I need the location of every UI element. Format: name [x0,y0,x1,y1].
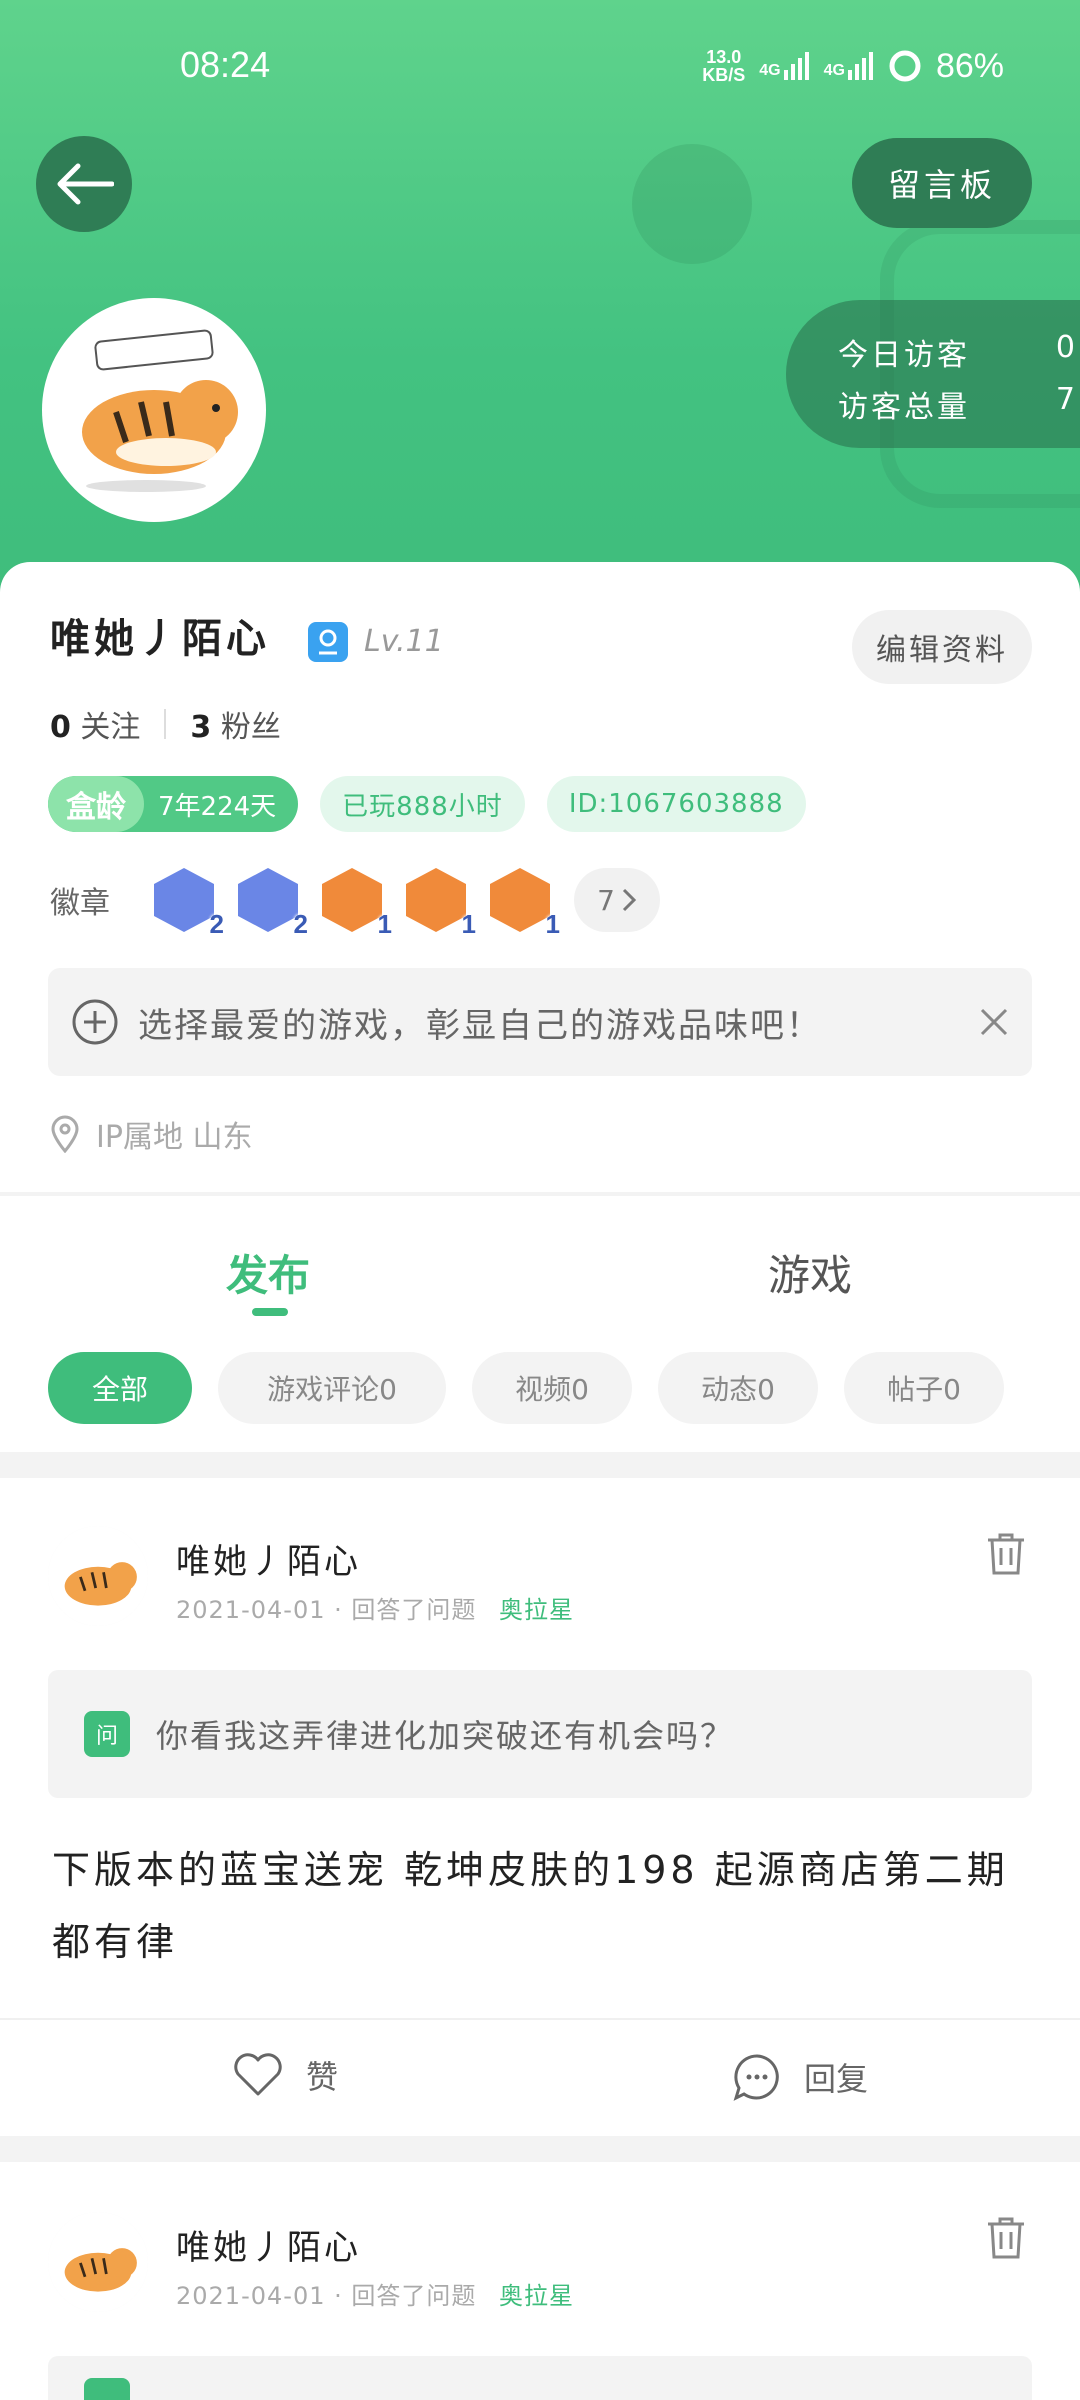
question-box[interactable]: 问 你看我这弄律进化加突破还有机会吗？ [48,1670,1032,1798]
profile-header: 08:24 13.0 KB/S 4G 4G 86% 留言板 今日访客 0 访客总… [0,0,1080,600]
battery-level: 86% [935,46,1004,85]
comment-bubble-icon [733,2054,779,2101]
post-game-link[interactable]: 奥拉星 [499,1596,574,1624]
chevron-right-icon [622,888,637,912]
badge-icon[interactable]: 1 [322,868,392,939]
signal-4g-icon: 4G [824,52,874,80]
filter-moments[interactable]: 动态0 [658,1352,818,1424]
battery-ring-icon [889,50,921,82]
post-author[interactable]: 唯她丿陌心 [176,1534,361,1583]
active-tab-indicator [252,1308,288,1316]
filter-chips: 全部 游戏评论0 视频0 动态0 帖子0 [48,1352,1004,1424]
question-box[interactable] [48,2356,1032,2400]
post-avatar[interactable] [48,2212,148,2312]
net-speed: 13.0 KB/S [702,47,746,85]
filter-videos[interactable]: 视频0 [472,1352,632,1424]
tab-games[interactable]: 游戏 [768,1242,852,1303]
box-age-tag: 盒龄 7年224天 [48,776,299,832]
location-pin-icon [51,1115,79,1153]
today-visitors: 今日访客 0 [838,330,1078,373]
post-actions: 赞 回复 [0,2018,1080,2138]
avatar[interactable] [46,302,262,518]
post-meta: 2021-04-01 · 回答了问题 奥拉星 [176,2282,575,2310]
status-bar: 08:24 13.0 KB/S 4G 4G 86% [0,0,1080,140]
verified-icon [308,622,348,662]
trash-icon[interactable] [986,1532,1026,1576]
badges-label: 徽章 [50,886,110,921]
post-avatar[interactable] [48,1526,148,1626]
heart-icon [234,2053,282,2096]
trash-icon[interactable] [986,2216,1026,2260]
close-icon[interactable] [978,1006,1010,1038]
status-icons: 13.0 KB/S 4G 4G 86% [702,44,1004,88]
tiger-avatar-icon [48,1526,148,1626]
user-name: 唯她丿陌心 [50,616,270,662]
badge-icon[interactable]: 1 [406,868,476,939]
divider [164,709,167,739]
user-id-tag[interactable]: ID:1067603888 [546,776,806,832]
tiger-avatar-icon [48,2212,148,2312]
back-button[interactable] [36,136,132,232]
total-visitors: 访客总量 7 [838,382,1078,425]
question-text: 你看我这弄律进化加突破还有机会吗？ [156,1717,735,1755]
user-level: Lv.11 [364,624,444,659]
badge-icon[interactable]: 1 [490,868,560,939]
fans-link[interactable]: 3 粉丝 [190,702,280,746]
filter-all[interactable]: 全部 [48,1352,192,1424]
post-card[interactable]: 唯她丿陌心 2021-04-01 · 回答了问题 奥拉星 问 你看我这弄律进化加… [0,1478,1080,2136]
tiger-avatar-icon [46,302,262,518]
reply-button[interactable]: 回复 [732,2052,868,2102]
badge-icon[interactable]: 2 [238,868,308,939]
question-badge: 问 [84,1711,130,1757]
badge-icon[interactable]: 2 [154,868,224,939]
profile-tags: 盒龄 7年224天 已玩888小时 ID:1067603888 [48,776,806,832]
answer-text: 下版本的蓝宝送宠 乾坤皮肤的198 起源商店第二期都有律 [52,1848,1009,1964]
arrow-left-icon [57,163,114,205]
post-meta: 2021-04-01 · 回答了问题 奥拉星 [176,1596,575,1624]
filter-posts[interactable]: 帖子0 [844,1352,1004,1424]
favorite-game-bar[interactable]: 选择最爱的游戏，彰显自己的游戏品味吧！ [48,968,1032,1076]
content-tabs: 发布 游戏 全部 游戏评论0 视频0 动态0 帖子0 [0,1196,1080,1452]
follow-stats: 0 关注 3 粉丝 [50,702,281,746]
badges-row[interactable]: 徽章 2 2 1 1 1 7 [50,868,660,939]
visitor-stats[interactable]: 今日访客 0 访客总量 7 [786,300,1080,448]
post-game-link[interactable]: 奥拉星 [499,2282,574,2310]
question-badge [84,2378,130,2400]
decorative-pacman-shape [632,144,752,264]
like-button[interactable]: 赞 [232,2052,338,2098]
badges-more-button[interactable]: 7 [574,868,660,932]
favorite-game-prompt: 选择最爱的游戏，彰显自己的游戏品味吧！ [138,1005,822,1046]
status-time: 08:24 [180,44,271,85]
following-link[interactable]: 0 关注 [50,702,140,746]
tab-publish[interactable]: 发布 [226,1242,310,1303]
add-circle-icon [72,999,118,1045]
profile-card: 唯她丿陌心 Lv.11 编辑资料 0 关注 3 粉丝 盒龄 7年224天 已玩8… [0,562,1080,1192]
played-hours-tag: 已玩888小时 [320,776,525,832]
post-card[interactable]: 唯她丿陌心 2021-04-01 · 回答了问题 奥拉星 [0,2162,1080,2400]
edit-profile-button[interactable]: 编辑资料 [852,610,1032,684]
message-board-button[interactable]: 留言板 [852,138,1032,228]
filter-game-reviews[interactable]: 游戏评论0 [218,1352,446,1424]
post-author[interactable]: 唯她丿陌心 [176,2220,361,2269]
signal-4g-icon: 4G [759,52,809,80]
ip-location: IP属地 山东 [50,1112,252,1156]
